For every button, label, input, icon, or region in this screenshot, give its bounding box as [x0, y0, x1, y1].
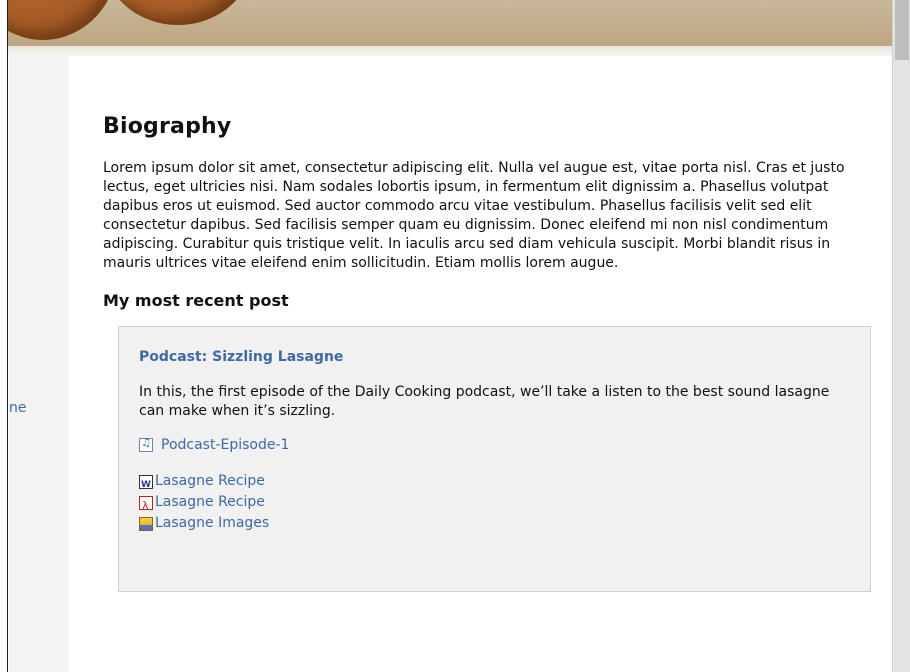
header-banner: [8, 0, 892, 46]
attachment-images[interactable]: Lasagne Images: [139, 513, 850, 534]
attachments-list: Lasagne Recipe Lasagne Recipe Lasagne Im…: [139, 471, 850, 534]
sidebar-link[interactable]: ne: [9, 400, 27, 416]
recent-post-heading: My most recent post: [103, 291, 289, 310]
left-sidebar: [9, 56, 69, 672]
page-title: Biography: [103, 114, 232, 139]
attachment-label: Lasagne Recipe: [155, 473, 265, 489]
post-description: In this, the first episode of the Daily …: [139, 384, 830, 419]
vertical-scrollbar[interactable]: [892, 0, 910, 672]
window-left-edge: [0, 0, 8, 672]
image-folder-icon: [139, 516, 153, 531]
attachment-recipe-doc[interactable]: Lasagne Recipe: [139, 471, 850, 496]
attachment-recipe-pdf[interactable]: Lasagne Recipe: [139, 492, 850, 516]
banner-shadow: [8, 46, 892, 56]
post-title-link[interactable]: Podcast: Sizzling Lasagne: [139, 349, 850, 365]
attachment-label: Lasagne Images: [155, 515, 270, 531]
main-content: Biography Lorem ipsum dolor sit amet, co…: [69, 56, 892, 672]
podcast-media-link[interactable]: Podcast-Episode-1: [139, 436, 850, 453]
recent-post-box: Podcast: Sizzling Lasagne In this, the f…: [118, 326, 871, 592]
biography-text: Lorem ipsum dolor sit amet, consectetur …: [103, 160, 845, 271]
media-label: Podcast-Episode-1: [161, 437, 290, 453]
cookie-image: [103, 0, 253, 25]
cookie-image: [8, 0, 118, 40]
attachment-label: Lasagne Recipe: [155, 494, 265, 510]
word-document-icon: [139, 474, 153, 496]
audio-file-icon: [139, 436, 153, 452]
content-area: Biography Lorem ipsum dolor sit amet, co…: [103, 114, 871, 592]
pdf-document-icon: [139, 495, 153, 516]
scrollbar-thumb[interactable]: [895, 0, 909, 60]
